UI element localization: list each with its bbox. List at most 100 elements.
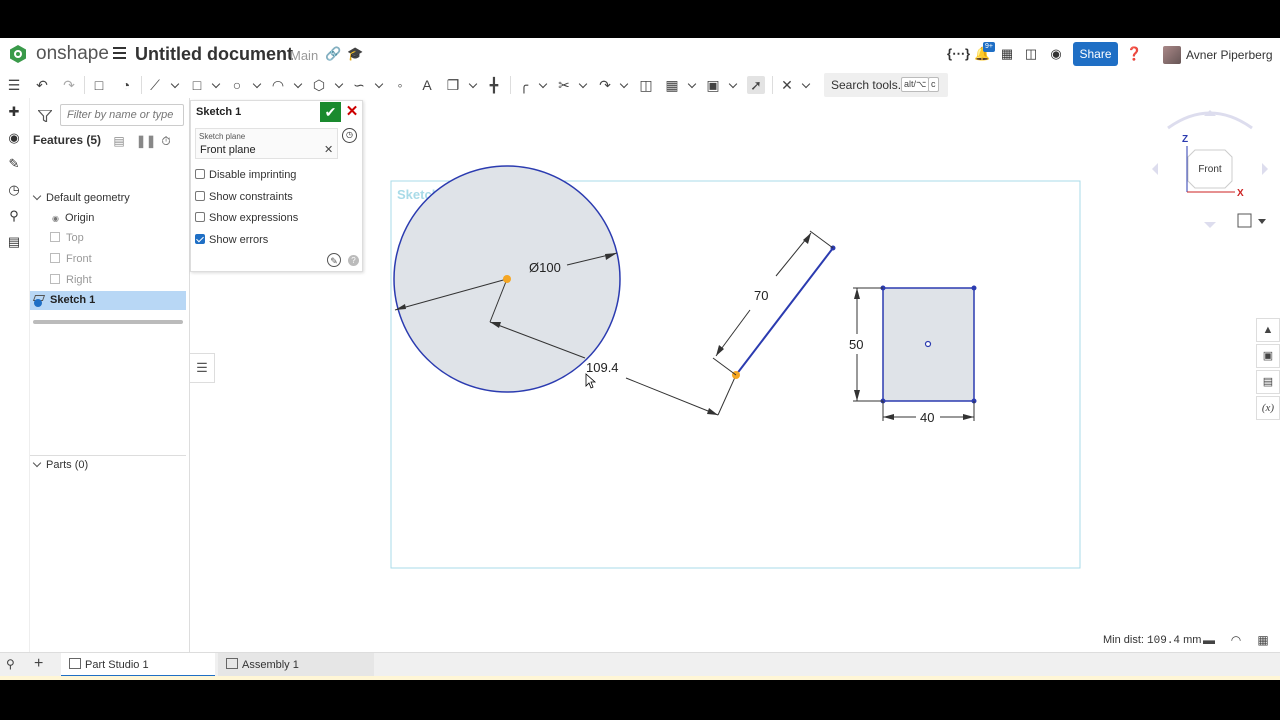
rect-corner-point[interactable]: [971, 285, 977, 291]
text-tool-icon[interactable]: A: [418, 76, 436, 94]
rotation-icon[interactable]: ◠: [1228, 632, 1244, 648]
pause-icon[interactable]: ❚❚: [136, 134, 156, 148]
tree-item-sketch-1[interactable]: Sketch 1: [30, 291, 186, 310]
trim-tool-icon[interactable]: ✂: [555, 76, 573, 94]
comments-icon[interactable]: ◉: [6, 130, 22, 146]
view-mode-icon[interactable]: [1237, 213, 1252, 228]
filter-input[interactable]: [60, 104, 184, 126]
sketch-plane-field[interactable]: Sketch plane Front plane ✕: [195, 128, 338, 159]
view-cube-left-arrow-icon[interactable]: [1152, 163, 1158, 175]
mirror-tool-icon[interactable]: ◫: [637, 76, 655, 94]
main-menu-icon[interactable]: [113, 47, 126, 59]
share-button[interactable]: Share: [1073, 42, 1118, 66]
branch-name[interactable]: Main: [290, 48, 318, 63]
circle-center-point[interactable]: [503, 275, 511, 283]
variables-panel-icon[interactable]: (x): [1256, 396, 1280, 420]
user-name[interactable]: Avner Piperberg: [1186, 48, 1273, 62]
feature-list-icon[interactable]: ☰: [5, 76, 23, 94]
dimension-distance[interactable]: 109.4: [586, 360, 619, 375]
appearance-panel-icon[interactable]: ▲: [1256, 318, 1280, 342]
sketch-line[interactable]: [735, 247, 834, 376]
view-cube-down-arrow-icon[interactable]: [1204, 222, 1216, 228]
constraint-tool-icon[interactable]: ✕: [778, 76, 796, 94]
line-tool-icon[interactable]: ⟋: [146, 76, 164, 94]
option-disable-imprinting[interactable]: Disable imprinting: [195, 168, 296, 182]
parts-list-header[interactable]: Parts (0): [30, 455, 186, 473]
tree-item-top[interactable]: Top: [30, 229, 186, 248]
timer-icon[interactable]: ⏱: [159, 134, 173, 148]
cancel-sketch-button[interactable]: ✕: [344, 102, 360, 122]
option-show-constraints[interactable]: Show constraints: [195, 190, 293, 204]
checkbox-checked[interactable]: [195, 234, 205, 244]
filter-icon[interactable]: [38, 110, 52, 122]
properties-icon[interactable]: ✎: [6, 156, 22, 172]
tree-item-right[interactable]: Right: [30, 271, 186, 290]
help-icon[interactable]: ❓: [1126, 46, 1142, 62]
document-title[interactable]: Untitled document: [135, 44, 293, 65]
tab-manager-icon[interactable]: ⚲: [6, 657, 22, 673]
link-icon[interactable]: 🔗: [325, 46, 341, 62]
search-icon[interactable]: ⚲: [6, 208, 22, 224]
search-tools-input[interactable]: Search tools... alt/⌥ c: [824, 73, 948, 97]
polygon-tool-icon[interactable]: ⬡: [310, 76, 328, 94]
mate-panel-icon[interactable]: ▣: [1256, 344, 1280, 368]
variables-icon[interactable]: {⋯}: [947, 46, 970, 62]
tab-assembly-1[interactable]: Assembly 1: [218, 653, 374, 677]
add-tab-icon[interactable]: +: [34, 655, 43, 673]
learning-center-icon[interactable]: 🎓: [347, 46, 363, 62]
render-icon[interactable]: ◔: [117, 76, 135, 94]
parts-panel-icon[interactable]: ▤: [1256, 370, 1280, 394]
chevron-down-icon[interactable]: [1258, 219, 1266, 224]
tree-default-geometry[interactable]: Default geometry: [30, 189, 186, 208]
undo-icon[interactable]: ↶: [33, 76, 51, 94]
pattern-tool-icon[interactable]: ▦: [663, 76, 681, 94]
rect-midpoint[interactable]: [924, 340, 932, 348]
help-icon[interactable]: ?: [348, 255, 359, 266]
accept-sketch-button[interactable]: ✔: [320, 102, 341, 122]
dimension-line-length[interactable]: 70: [754, 288, 768, 303]
view-cube-right-arrow-icon[interactable]: [1262, 163, 1268, 175]
construction-tool-icon[interactable]: ╋: [485, 76, 503, 94]
document-info-icon[interactable]: ▦: [999, 46, 1015, 62]
dimension-rect-width[interactable]: 40: [920, 410, 934, 425]
sketch-settings-icon[interactable]: ✎: [327, 253, 341, 267]
feature-list-scrollbar[interactable]: [33, 320, 183, 324]
history-icon[interactable]: ◷: [6, 182, 22, 198]
dimension-rect-height[interactable]: 50: [849, 337, 863, 352]
fillet-tool-icon[interactable]: ╭: [515, 76, 533, 94]
onshape-logo-icon[interactable]: [8, 44, 28, 64]
dimension-tool-icon[interactable]: ➚: [747, 76, 765, 94]
history-clock-icon[interactable]: ◷: [342, 128, 357, 143]
dimension-diameter[interactable]: Ø100: [529, 260, 561, 275]
spline-tool-icon[interactable]: ∽: [350, 76, 368, 94]
avatar[interactable]: [1163, 46, 1181, 64]
sketch-list-toggle-icon[interactable]: ☰: [190, 353, 215, 383]
tab-part-studio-1[interactable]: Part Studio 1: [61, 653, 215, 677]
arrow-head: [963, 414, 974, 420]
arc-tool-icon[interactable]: ◠: [269, 76, 287, 94]
checkbox[interactable]: [195, 191, 205, 201]
clear-plane-icon[interactable]: ✕: [324, 143, 333, 156]
sketch-icon[interactable]: □: [90, 76, 108, 94]
measure-icon[interactable]: ▬: [1201, 632, 1217, 648]
checkbox[interactable]: [195, 212, 205, 222]
add-folder-icon[interactable]: ▤: [112, 134, 126, 148]
use-tool-icon[interactable]: ↷: [596, 76, 614, 94]
offset-tool-icon[interactable]: ❐: [444, 76, 462, 94]
option-show-errors[interactable]: Show errors: [195, 233, 268, 247]
insert-icon[interactable]: ✚: [6, 104, 22, 120]
tree-item-origin[interactable]: ◉ Origin: [30, 209, 186, 228]
app-store-icon[interactable]: ◫: [1023, 46, 1039, 62]
checkbox[interactable]: [195, 169, 205, 179]
variables-list-icon[interactable]: ▤: [6, 234, 22, 250]
circle-tool-icon[interactable]: ○: [228, 76, 246, 94]
redo-icon[interactable]: ↷: [60, 76, 78, 94]
tree-item-front[interactable]: Front: [30, 250, 186, 269]
view-cube[interactable]: Front Z X: [1152, 110, 1268, 228]
rectangle-tool-icon[interactable]: □: [188, 76, 206, 94]
point-tool-icon[interactable]: ◦: [391, 76, 409, 94]
transform-tool-icon[interactable]: ▣: [704, 76, 722, 94]
globe-icon[interactable]: ◉: [1048, 46, 1064, 62]
units-icon[interactable]: ▦: [1255, 632, 1271, 648]
option-show-expressions[interactable]: Show expressions: [195, 211, 298, 225]
